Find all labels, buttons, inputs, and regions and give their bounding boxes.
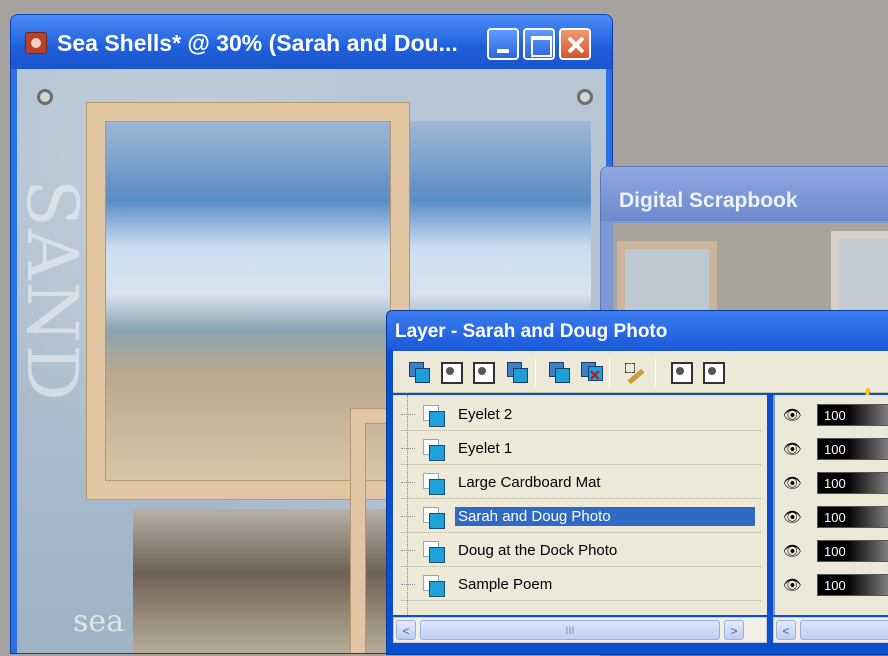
raster-layer-icon	[423, 575, 445, 597]
scrapbook-title-bar[interactable]: Digital Scrapbook	[601, 167, 888, 221]
layer-row-selected[interactable]: Sarah and Doug Photo	[401, 501, 761, 533]
layer-props-row: 👁 100	[781, 467, 888, 499]
layer-row[interactable]: Eyelet 2	[401, 399, 761, 431]
layer-list-scrollbar[interactable]: < III >	[393, 617, 767, 643]
document-title-bar[interactable]: Sea Shells* @ 30% (Sarah and Dou...	[11, 15, 612, 69]
layer-row[interactable]: Large Cardboard Mat	[401, 467, 761, 499]
scroll-left-button[interactable]: <	[396, 620, 416, 640]
sea-text: sea	[73, 604, 125, 639]
toolbar-separator	[535, 359, 536, 387]
close-button[interactable]	[559, 28, 591, 60]
opacity-slider[interactable]: 100	[817, 574, 888, 596]
scroll-right-button[interactable]: >	[724, 620, 744, 640]
layer-name: Sarah and Doug Photo	[455, 507, 755, 526]
layer-row[interactable]: Eyelet 1	[401, 433, 761, 465]
raster-layer-icon	[423, 405, 445, 427]
layer-props-row: 👁 100	[781, 399, 888, 431]
scrapbook-title: Digital Scrapbook	[619, 189, 798, 212]
opacity-slider[interactable]: 100	[817, 438, 888, 460]
load-mask-icon[interactable]	[669, 360, 693, 384]
layer-palette-title-bar[interactable]: Layer - Sarah and Doug Photo	[387, 311, 888, 351]
delete-layer-icon[interactable]	[579, 360, 603, 384]
scroll-thumb[interactable]	[800, 620, 888, 640]
scroll-thumb[interactable]: III	[420, 620, 720, 640]
opacity-slider[interactable]: 100	[817, 506, 888, 528]
opacity-slider[interactable]: 100	[817, 540, 888, 562]
layer-row[interactable]: Doug at the Dock Photo	[401, 535, 761, 567]
new-raster-layer-icon[interactable]	[407, 360, 431, 384]
layer-row[interactable]: Sample Poem	[401, 569, 761, 601]
layer-name: Sample Poem	[458, 576, 553, 593]
visibility-eye-icon[interactable]: 👁	[783, 542, 802, 560]
raster-layer-icon	[423, 541, 445, 563]
opacity-slider[interactable]: 100	[817, 404, 888, 426]
layer-props-row: 👁 100	[781, 535, 888, 567]
new-vector-layer-icon[interactable]	[439, 360, 463, 384]
visibility-eye-icon[interactable]: 👁	[783, 406, 802, 424]
new-adjustment-layer-icon[interactable]	[505, 360, 529, 384]
save-mask-icon[interactable]	[701, 360, 725, 384]
minimize-button[interactable]	[487, 28, 519, 60]
properties-scrollbar[interactable]: <	[773, 617, 888, 643]
maximize-button[interactable]	[523, 28, 555, 60]
new-mask-layer-icon[interactable]	[471, 360, 495, 384]
layer-palette-title: Layer - Sarah and Doug Photo	[395, 321, 668, 342]
layer-name: Doug at the Dock Photo	[458, 542, 618, 559]
duplicate-layer-icon[interactable]	[547, 360, 571, 384]
eyelet-1	[37, 89, 53, 105]
visibility-eye-icon[interactable]: 👁	[783, 576, 802, 594]
sand-text: SAND	[17, 179, 93, 403]
visibility-eye-icon[interactable]: 👁	[783, 508, 802, 526]
layer-toolbar: ☝	[393, 351, 888, 419]
eyelet-2	[577, 89, 593, 105]
toolbar-separator	[655, 359, 656, 387]
raster-layer-icon	[423, 473, 445, 495]
raster-layer-icon	[423, 507, 445, 529]
layer-name: Large Cardboard Mat	[458, 474, 601, 491]
layer-properties: 👁 100 👁 100 👁 100 👁 100 👁 100 👁 100	[773, 395, 888, 615]
layer-props-row: 👁 100	[781, 433, 888, 465]
scroll-left-button[interactable]: <	[776, 620, 796, 640]
visibility-eye-icon[interactable]: 👁	[783, 474, 802, 492]
toolbar-separator	[609, 359, 610, 387]
layer-name: Eyelet 2	[458, 406, 513, 423]
document-title: Sea Shells* @ 30% (Sarah and Dou...	[57, 30, 458, 56]
layer-palette[interactable]: Layer - Sarah and Doug Photo ☝ Eyelet 2 …	[386, 310, 888, 655]
opacity-slider[interactable]: 100	[817, 472, 888, 494]
raster-layer-icon	[423, 439, 445, 461]
layer-list[interactable]: Eyelet 2 Eyelet 1 Large Cardboard Mat Sa…	[393, 395, 767, 615]
app-icon[interactable]	[25, 32, 47, 54]
edit-selection-icon[interactable]	[623, 360, 647, 384]
layer-props-row: 👁 100	[781, 569, 888, 601]
layer-props-row: 👁 100	[781, 501, 888, 533]
visibility-eye-icon[interactable]: 👁	[783, 440, 802, 458]
layer-name: Eyelet 1	[458, 440, 513, 457]
